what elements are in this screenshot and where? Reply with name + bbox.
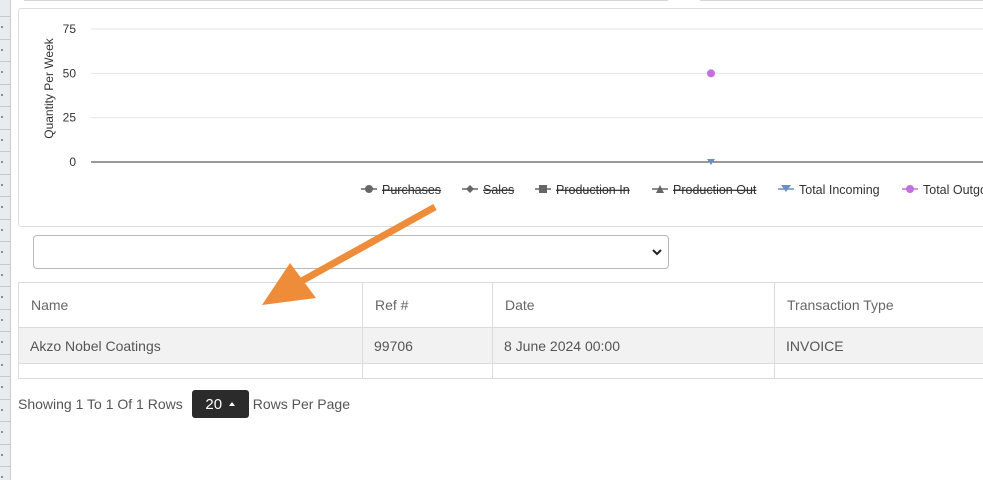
sidebar-divider bbox=[0, 331, 11, 332]
legend-item-label[interactable]: Sales bbox=[483, 183, 514, 197]
caret-up-icon bbox=[229, 402, 236, 406]
sidebar-marker bbox=[1, 251, 3, 253]
y-axis-label: Quantity Per Week bbox=[42, 37, 56, 138]
legend-item-label[interactable]: Production Out bbox=[673, 183, 757, 197]
y-tick-label: 0 bbox=[69, 155, 76, 169]
sidebar-divider bbox=[0, 61, 11, 62]
legend-marker-icon bbox=[539, 185, 547, 193]
sidebar-divider bbox=[0, 218, 11, 220]
sidebar-divider bbox=[0, 151, 11, 152]
page-size-value: 20 bbox=[205, 395, 223, 413]
sidebar-marker bbox=[1, 363, 3, 366]
sidebar-divider bbox=[0, 128, 11, 130]
table-row[interactable]: Akzo Nobel Coatings 99706 8 June 2024 00… bbox=[18, 327, 983, 364]
column-header-name[interactable]: Name bbox=[18, 282, 363, 328]
cell-empty bbox=[774, 363, 983, 379]
column-header-date[interactable]: Date bbox=[492, 282, 775, 328]
sidebar-marker bbox=[1, 26, 3, 28]
sidebar-marker bbox=[1, 71, 3, 73]
y-tick-label: 25 bbox=[63, 111, 77, 125]
sidebar-divider bbox=[0, 16, 11, 17]
page-size-dropdown[interactable]: 20 bbox=[191, 390, 249, 418]
transactions-table: Name Ref # Date Transaction Type Akzo No… bbox=[18, 282, 983, 379]
legend-item-label[interactable]: Production In bbox=[556, 183, 630, 197]
sidebar-marker bbox=[1, 161, 3, 163]
sidebar-marker bbox=[1, 318, 3, 321]
sidebar-divider bbox=[0, 106, 11, 107]
chevron-down-icon bbox=[652, 249, 662, 256]
sidebar-marker bbox=[1, 228, 3, 231]
y-tick-label: 50 bbox=[63, 66, 77, 80]
sidebar-marker bbox=[1, 93, 3, 96]
sidebar-marker bbox=[1, 296, 3, 298]
sidebar-divider bbox=[0, 241, 11, 242]
column-header-ref[interactable]: Ref # bbox=[362, 282, 493, 328]
cell-ref: 99706 bbox=[362, 327, 493, 364]
sidebar-divider bbox=[0, 308, 11, 310]
sidebar-marker bbox=[1, 183, 3, 186]
cell-empty bbox=[492, 363, 775, 379]
rows-per-page-label: Rows Per Page bbox=[252, 396, 350, 412]
sidebar-divider bbox=[0, 353, 11, 355]
sidebar-edge bbox=[0, 0, 11, 480]
sidebar-marker bbox=[1, 206, 3, 208]
sidebar-marker bbox=[1, 273, 3, 276]
sidebar-marker bbox=[1, 386, 3, 388]
quantity-chart: 0 25 50 75 Quantity Per Week Purchases Sales Pr… bbox=[42, 22, 983, 197]
sidebar-marker bbox=[1, 138, 3, 141]
legend-marker-icon bbox=[365, 185, 373, 193]
cell-name: Akzo Nobel Coatings bbox=[18, 327, 363, 364]
sidebar-divider bbox=[0, 376, 11, 377]
table-header-row: Name Ref # Date Transaction Type bbox=[18, 282, 983, 328]
legend-item-label[interactable]: Purchases bbox=[382, 183, 441, 197]
top-input-edge-left bbox=[24, 0, 668, 1]
legend-marker-icon bbox=[906, 185, 914, 193]
legend-marker-icon bbox=[466, 185, 474, 193]
sidebar-divider bbox=[0, 466, 11, 467]
sidebar-marker bbox=[1, 431, 3, 433]
sidebar-divider bbox=[0, 173, 11, 175]
sidebar-marker bbox=[1, 48, 3, 51]
data-point bbox=[707, 69, 715, 78]
sidebar-marker bbox=[1, 341, 3, 343]
table-row-empty bbox=[18, 363, 983, 379]
cell-empty bbox=[18, 363, 363, 379]
pagination: Showing 1 To 1 Of 1 Rows 20 Rows Per Pag… bbox=[18, 390, 350, 418]
sidebar-divider bbox=[0, 398, 11, 400]
cell-date: 8 June 2024 00:00 bbox=[492, 327, 775, 364]
sidebar-divider bbox=[0, 421, 11, 422]
sidebar-divider bbox=[0, 38, 11, 40]
cell-transaction-type: INVOICE bbox=[774, 327, 983, 364]
pagination-status: Showing 1 To 1 Of 1 Rows bbox=[18, 396, 183, 412]
filter-select[interactable] bbox=[33, 235, 669, 269]
sidebar-marker bbox=[1, 453, 3, 456]
sidebar-divider bbox=[0, 443, 11, 445]
cell-empty bbox=[362, 363, 493, 379]
legend-item-label[interactable]: Total Outgo bbox=[923, 183, 983, 197]
sidebar-divider bbox=[0, 83, 11, 85]
sidebar-marker bbox=[1, 408, 3, 411]
sidebar-divider bbox=[0, 286, 11, 287]
top-input-edge-right bbox=[700, 0, 983, 1]
chart-panel: 0 25 50 75 Quantity Per Week Purchases Sales Pr… bbox=[18, 8, 983, 227]
sidebar-marker bbox=[1, 476, 3, 478]
column-header-transaction-type[interactable]: Transaction Type bbox=[774, 282, 983, 328]
sidebar-marker bbox=[1, 116, 3, 118]
y-tick-label: 75 bbox=[63, 22, 77, 36]
sidebar-divider bbox=[0, 263, 11, 265]
legend-item-label[interactable]: Total Incoming bbox=[799, 183, 880, 197]
sidebar-divider bbox=[0, 196, 11, 197]
